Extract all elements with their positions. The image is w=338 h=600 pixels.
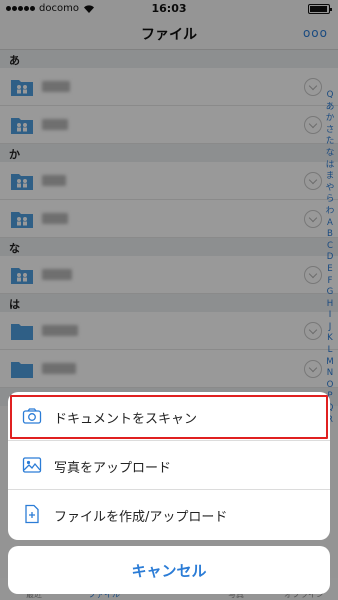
cancel-button[interactable]: キャンセル: [8, 546, 330, 594]
highlight-box: [10, 395, 328, 439]
new-file-icon: [25, 504, 39, 524]
photo-icon: [22, 457, 42, 473]
create-upload-file-button[interactable]: ファイルを作成/アップロード: [8, 490, 330, 539]
create-upload-file-label: ファイルを作成/アップロード: [54, 510, 228, 525]
upload-photo-label: 写真をアップロード: [54, 461, 172, 476]
upload-photo-button[interactable]: 写真をアップロード: [8, 441, 330, 490]
